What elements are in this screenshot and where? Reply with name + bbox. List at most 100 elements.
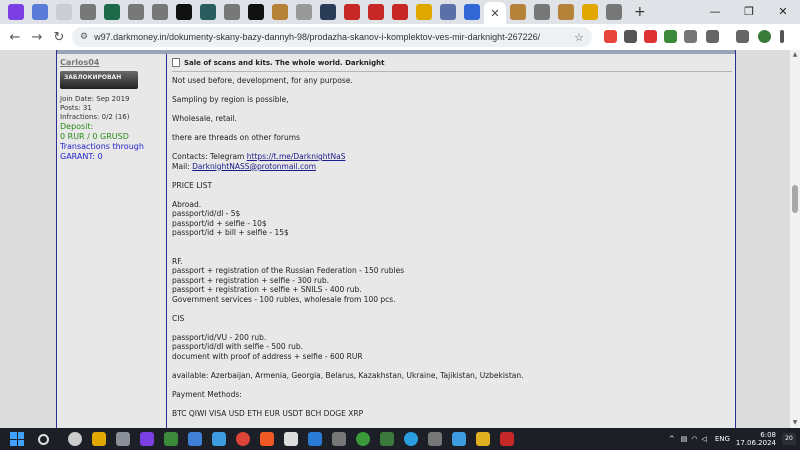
clock[interactable]: 6:08 17.06.2024	[736, 431, 776, 447]
user-info-panel: Carlos04 ЗАБЛОКИРОВАН Join Date: Sep 201…	[57, 54, 167, 428]
page-scrollbar[interactable]: ▲ ▼	[790, 50, 800, 428]
tab-favicon[interactable]	[128, 4, 144, 20]
chrome-icon[interactable]	[236, 432, 250, 446]
tab-favicon[interactable]	[272, 4, 288, 20]
utorrent-icon[interactable]	[356, 432, 370, 446]
scroll-down-icon[interactable]: ▼	[790, 418, 800, 428]
search-icon[interactable]	[38, 433, 49, 445]
extension-icon[interactable]	[644, 30, 657, 43]
active-tab-close-icon[interactable]: ✕	[484, 2, 506, 24]
post-count: Posts: 31	[60, 104, 92, 112]
tab-favicon[interactable]	[368, 4, 384, 20]
tab-favicon[interactable]	[320, 4, 336, 20]
telegram-link[interactable]: https://t.me/DarknightNaS	[247, 152, 346, 161]
post-line: BTC QIWI VISA USD ETH EUR USDT BCH DOGE …	[172, 408, 364, 418]
file-explorer-icon[interactable]	[476, 432, 490, 446]
tab-favicon[interactable]	[176, 4, 192, 20]
reading-list-icon[interactable]	[736, 30, 749, 43]
tab-favicon[interactable]	[440, 4, 456, 20]
tab-favicon[interactable]	[606, 4, 622, 20]
taskbar-app-icon[interactable]	[140, 432, 154, 446]
tab-favicon[interactable]	[416, 4, 432, 20]
tab-favicon[interactable]	[534, 4, 550, 20]
taskbar-app-icon[interactable]	[332, 432, 346, 446]
post-line: available: Azerbaijan, Armenia, Georgia,…	[172, 370, 524, 380]
tab-favicon[interactable]	[296, 4, 312, 20]
tab-favicon[interactable]	[558, 4, 574, 20]
username-link[interactable]: Carlos04	[60, 58, 163, 67]
post-body: Not used before, development, for any pu…	[172, 72, 732, 418]
language-indicator[interactable]: ENG	[715, 435, 730, 443]
volume-icon[interactable]: ◁	[701, 435, 706, 443]
windows-start-icon[interactable]	[10, 432, 24, 446]
site-info-icon[interactable]: ⚙	[80, 32, 88, 42]
tab-favicon[interactable]	[224, 4, 240, 20]
url-text[interactable]: w97.darkmoney.in/dokumenty-skany-bazy-da…	[94, 32, 540, 42]
post-line: passport + registration + selfie - 300 r…	[172, 275, 330, 285]
post-line: Sampling by region is possible,	[172, 95, 289, 104]
reload-icon[interactable]: ↻	[48, 30, 70, 45]
post-line: passport/id/dl with selfie - 500 rub.	[172, 342, 304, 351]
wifi-icon[interactable]: ◠	[691, 435, 697, 443]
back-icon[interactable]: ←	[4, 30, 26, 45]
tab-favicon[interactable]	[56, 4, 72, 20]
taskbar-app-icon[interactable]	[92, 432, 106, 446]
banned-badge: ЗАБЛОКИРОВАН	[60, 71, 138, 89]
tab-favicon[interactable]	[32, 4, 48, 20]
tray-overflow-icon[interactable]: ^	[669, 435, 675, 443]
mail-line: Mail: DarknightNASS@protonmail.com	[172, 162, 732, 172]
notification-badge[interactable]: 20	[782, 433, 796, 445]
brave-icon[interactable]	[260, 432, 274, 446]
taskbar-app-icon[interactable]	[308, 432, 322, 446]
tab-favicon[interactable]	[152, 4, 168, 20]
tab-favicon[interactable]	[510, 4, 526, 20]
profile-avatar[interactable]	[758, 30, 771, 43]
taskbar-app-icon[interactable]	[188, 432, 202, 446]
maximize-button[interactable]: ❐	[732, 0, 766, 24]
price-list-heading: PRICE LIST	[172, 180, 213, 190]
forward-icon[interactable]: →	[26, 30, 48, 45]
puzzle-icon[interactable]	[706, 30, 719, 43]
taskbar-app-icon[interactable]	[116, 432, 130, 446]
minimize-button[interactable]: —	[698, 0, 732, 24]
clock-date: 17.06.2024	[735, 439, 776, 447]
tab-favicon[interactable]	[344, 4, 360, 20]
close-window-button[interactable]: ✕	[766, 0, 800, 24]
post-line: document with proof of address + selfie …	[172, 351, 363, 361]
post-line: passport/id/dl - 5$	[172, 209, 241, 218]
taskbar-app-icon[interactable]	[284, 432, 298, 446]
taskbar-app-icon[interactable]	[452, 432, 466, 446]
taskbar-app-icon[interactable]	[500, 432, 514, 446]
tab-favicon[interactable]	[464, 4, 480, 20]
gmail-icon[interactable]	[604, 30, 617, 43]
tab-favicon[interactable]	[582, 4, 598, 20]
extension-icon[interactable]	[684, 30, 697, 43]
scroll-thumb[interactable]	[792, 185, 798, 213]
tab-favicon[interactable]	[8, 4, 24, 20]
tab-favicon[interactable]	[248, 4, 264, 20]
taskbar-app-icon[interactable]	[164, 432, 178, 446]
new-tab-button[interactable]: +	[634, 4, 646, 20]
network-icon[interactable]: ▤	[681, 435, 688, 443]
taskbar-app-icon[interactable]	[212, 432, 226, 446]
post-line: passport/id/VU - 200 rub.	[172, 332, 267, 342]
bookmark-star-icon[interactable]: ☆	[574, 31, 584, 44]
email-link[interactable]: DarknightNASS@protonmail.com	[192, 162, 316, 171]
address-bar[interactable]: ⚙ w97.darkmoney.in/dokumenty-skany-bazy-…	[72, 27, 592, 47]
taskbar-app-icon[interactable]	[428, 432, 442, 446]
tab-favicon[interactable]	[392, 4, 408, 20]
menu-icon[interactable]	[780, 30, 784, 43]
windows-taskbar: ^ ▤ ◠ ◁ ENG 6:08 17.06.2024 20	[0, 428, 800, 450]
scroll-up-icon[interactable]: ▲	[790, 50, 800, 60]
tab-favicon[interactable]	[80, 4, 96, 20]
window-controls: — ❐ ✕	[698, 0, 800, 24]
post-line: passport + registration of the Russian F…	[172, 266, 405, 275]
taskbar-app-icon[interactable]	[380, 432, 394, 446]
translate-icon[interactable]	[624, 30, 637, 43]
post-title-text: Sale of scans and kits. The whole world.…	[184, 58, 385, 67]
tab-favicon[interactable]	[104, 4, 120, 20]
settings-icon[interactable]	[68, 432, 82, 446]
telegram-icon[interactable]	[404, 432, 418, 446]
tab-favicon[interactable]	[200, 4, 216, 20]
extension-icon[interactable]	[664, 30, 677, 43]
